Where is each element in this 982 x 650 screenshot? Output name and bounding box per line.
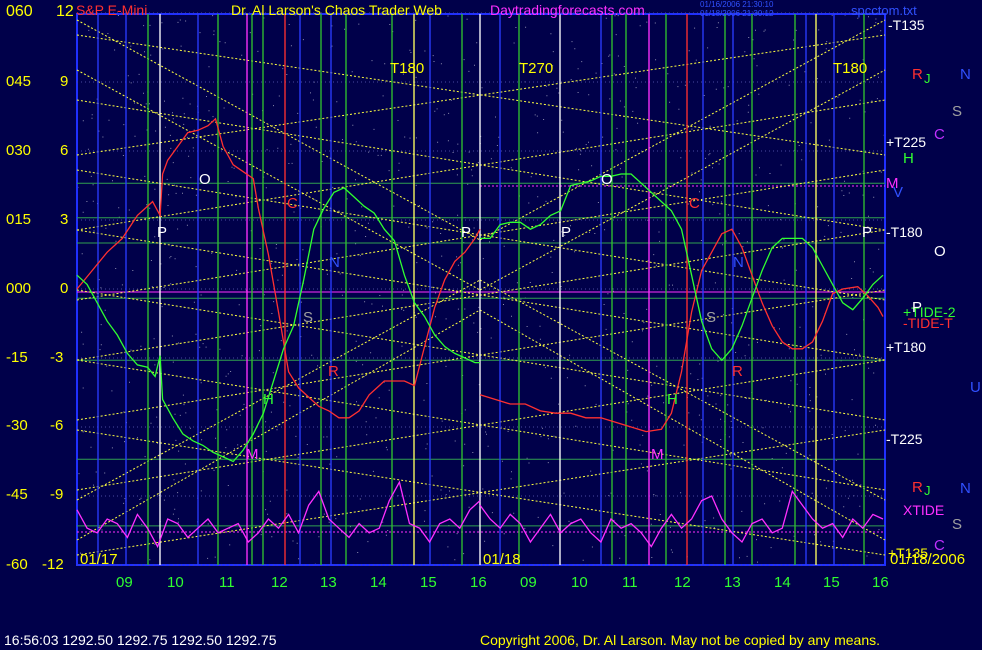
planet-label-p-2: P (461, 224, 472, 241)
hour-label-15-day1: 15 (420, 574, 437, 591)
hour-label-16-day1: 16 (470, 574, 487, 591)
planet-label-s-4: S (952, 516, 963, 533)
planet-label-r-4: R (912, 479, 923, 496)
planet-label-r-1: R (328, 363, 339, 380)
hour-label-11-day1: 11 (219, 574, 235, 591)
status-quote-line: 16:56:03 1292.50 1292.75 1292.50 1292.75 (4, 632, 277, 648)
header-info-2: 01/18/2006 21:30:12 (700, 9, 774, 18)
chart-title-symbol: S&P E-Mini (76, 2, 148, 18)
hour-label-13-day1: 13 (320, 574, 337, 591)
header-info-1: 01/16/2006 21:30:10 (700, 0, 774, 9)
y-label-030: 030 (6, 142, 32, 159)
planet-label-h-2: H (667, 391, 678, 408)
y2-label-m9: -9 (50, 486, 64, 503)
planet-label-j-2: J (924, 483, 931, 498)
hour-label-09-day2: 09 (520, 574, 537, 591)
planet-label-o-3: O (934, 243, 946, 260)
chart-window: 060 12 S&P E-Mini Dr. Al Larson's Chaos … (0, 0, 982, 650)
planet-label-n-3: N (960, 66, 971, 83)
y-label-045: 045 (6, 73, 32, 90)
y-label-12: 12 (56, 3, 74, 20)
right-label-t180-plus: +T180 (886, 339, 927, 355)
planet-label-p-1: P (157, 224, 168, 241)
planet-label-p-3: P (561, 224, 572, 241)
planet-label-c-1: C (287, 195, 298, 212)
y2-label-m6: -6 (50, 417, 64, 434)
hour-label-16-day2: 16 (872, 574, 889, 591)
legend-tide-t: -TIDE-T (903, 315, 953, 331)
hour-label-14-day2: 14 (774, 574, 791, 591)
y2-label-0: 0 (60, 280, 69, 297)
planet-label-n-1: N (329, 254, 340, 271)
planet-label-o-2: O (601, 171, 613, 188)
planet-label-u: U (970, 379, 981, 396)
marker-t180-b: T180 (833, 60, 868, 77)
y2-label-9: 9 (60, 73, 69, 90)
date-label-day2: 01/18 (483, 551, 521, 568)
right-label-t180-minus: -T180 (886, 224, 923, 240)
y-label-060: 060 (6, 3, 33, 20)
series-line-tide-t-day1 (76, 117, 481, 419)
planet-label-n-2: N (733, 254, 744, 271)
planet-label-m-1: M (246, 446, 259, 463)
date-label-day1: 01/17 (80, 551, 118, 568)
planet-label-r-3: R (912, 66, 923, 83)
diagonal-tide-line (76, 19, 481, 241)
hour-label-10-day2: 10 (571, 574, 588, 591)
y-label-m30: -30 (6, 417, 28, 434)
copyright-notice: Copyright 2006, Dr. Al Larson. May not b… (480, 632, 881, 648)
chart-title-website[interactable]: Daytradingforecasts.com (490, 3, 645, 17)
y-label-000: 000 (6, 280, 32, 297)
series-line-xtide-day1 (76, 480, 481, 549)
right-label-t225-minus: -T225 (886, 431, 923, 447)
y2-label-6: 6 (60, 142, 69, 159)
right-label-t135-bottom: +T135 (888, 545, 929, 561)
y2-label-3: 3 (60, 211, 69, 228)
planet-label-p-4: P (862, 224, 873, 241)
series-line-xtide-day2 (479, 489, 884, 548)
planet-label-c-2: C (689, 195, 700, 212)
y2-label-m3: -3 (50, 349, 64, 366)
marker-t270: T270 (519, 60, 554, 77)
planet-label-h-3: H (903, 150, 914, 167)
planet-label-v: V (893, 184, 904, 201)
planet-label-o-1: O (199, 171, 211, 188)
planet-label-j-1: J (924, 71, 931, 86)
series-line-tide-2-day1 (76, 187, 480, 463)
planet-label-m-2: M (651, 446, 664, 463)
hour-label-15-day2: 15 (823, 574, 840, 591)
diagonal-tide-line (479, 19, 886, 241)
hour-label-12-day2: 12 (674, 574, 691, 591)
planet-label-n-4: N (960, 480, 971, 497)
marker-t180-a: T180 (390, 60, 425, 77)
diagonal-tide-line (76, 309, 481, 541)
diagonal-tide-line (479, 309, 886, 541)
planet-label-r-2: R (732, 363, 743, 380)
hour-label-13-day2: 13 (724, 574, 741, 591)
right-label-t135-top: -T135 (888, 17, 925, 33)
y-label-m45: -45 (6, 486, 28, 503)
data-filename: spcctom.txt (851, 3, 917, 18)
y-label-m15: -15 (6, 349, 28, 366)
y2-label-m12: -12 (42, 556, 64, 573)
chart-title-author: Dr. Al Larson's Chaos Trader Web (231, 2, 442, 18)
planet-label-c-3: C (934, 126, 945, 143)
y-label-015: 015 (6, 211, 32, 228)
hour-label-12-day1: 12 (271, 574, 288, 591)
hour-label-14-day1: 14 (370, 574, 387, 591)
hour-label-11-day2: 11 (622, 574, 638, 591)
planet-label-h-1: H (263, 391, 274, 408)
planet-label-s-2: S (706, 309, 717, 326)
planet-label-p-5: P (912, 299, 923, 316)
planet-label-s-1: S (303, 309, 314, 326)
series-line-tide-t-day2 (479, 228, 884, 433)
hour-label-09-day1: 09 (116, 574, 133, 591)
planet-label-c-4: C (934, 537, 945, 554)
right-label-t225: +T225 (886, 134, 927, 150)
diagonal-tide-line (479, 279, 886, 501)
planet-label-s-3: S (952, 103, 963, 120)
y-label-m60: -60 (6, 556, 28, 573)
hour-label-10-day1: 10 (167, 574, 184, 591)
legend-xtide: XTIDE (903, 502, 945, 518)
